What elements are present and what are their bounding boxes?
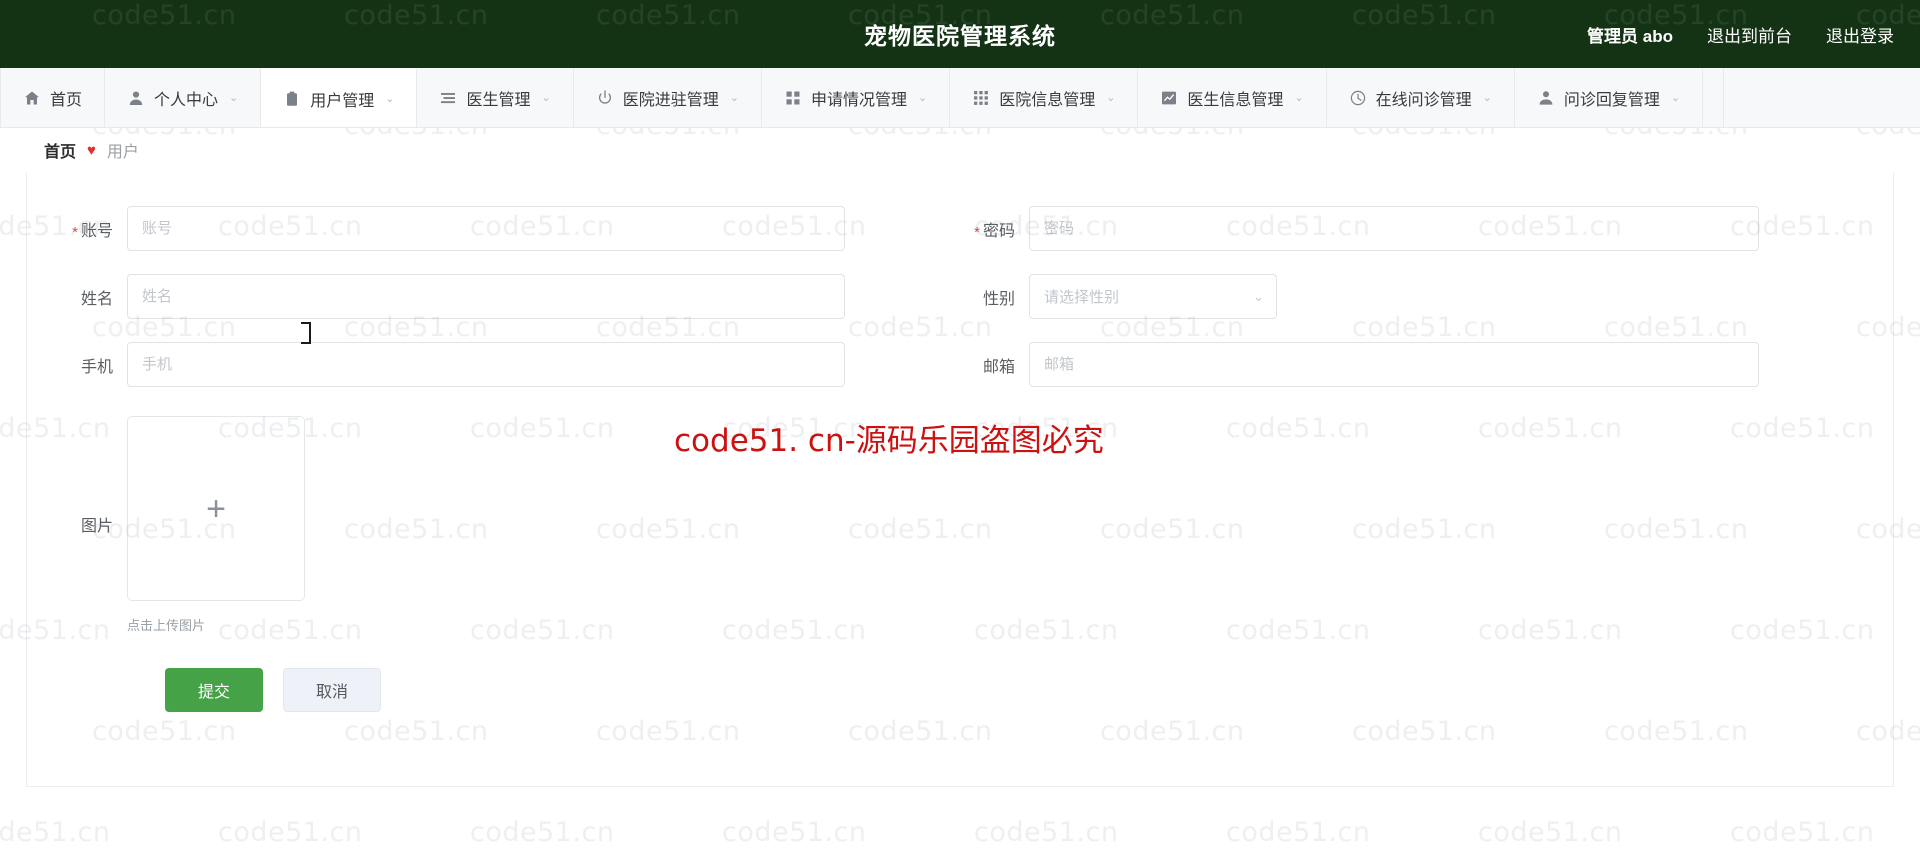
breadcrumb-home[interactable]: 首页 <box>44 138 76 162</box>
chart-icon <box>1160 89 1178 107</box>
power-icon <box>596 89 614 107</box>
plus-icon: + <box>206 489 226 528</box>
cancel-button[interactable]: 取消 <box>283 668 381 712</box>
header-actions: 管理员 abo 退出到前台 退出登录 <box>1587 0 1894 68</box>
nav-item-hospital-entry-management[interactable]: 医院进驻管理 ⌄ <box>574 68 762 127</box>
field-gender: 性别 请选择性别 ⌄ <box>967 274 1893 319</box>
chevron-down-icon: ⌄ <box>729 92 739 104</box>
field-name: 姓名 <box>27 274 967 319</box>
list-icon <box>439 89 457 107</box>
picture-upload-col: + 点击上传图片 <box>127 416 305 634</box>
field-name-label: 姓名 <box>80 290 113 308</box>
field-phone-label: 手机 <box>80 358 113 376</box>
nav-item-overflow-partial[interactable] <box>1703 68 1725 127</box>
field-email: 邮箱 <box>967 342 1893 387</box>
chevron-down-icon: ⌄ <box>917 92 928 104</box>
nav-item-label: 医生信息管理 <box>1187 91 1284 109</box>
nav-item-label: 个人中心 <box>154 91 219 109</box>
nav-item-label: 用户管理 <box>310 92 375 110</box>
chevron-down-icon: ⌄ <box>385 93 395 105</box>
field-password-label: * 密码 <box>974 222 1015 241</box>
logout-to-front-link[interactable]: 退出到前台 <box>1707 22 1792 47</box>
field-account-label: * 账号 <box>72 222 113 241</box>
nav-item-doctor-management[interactable]: 医生管理 ⌄ <box>417 68 574 127</box>
field-gender-label: 性别 <box>982 290 1015 308</box>
page-title: 宠物医院管理系统 <box>864 23 1056 49</box>
chevron-down-icon: ⌄ <box>229 92 239 104</box>
nav-item-consult-reply-management[interactable]: 问诊回复管理 ⌄ <box>1515 68 1704 127</box>
gender-select[interactable]: 请选择性别 ⌄ <box>1029 274 1277 319</box>
admin-user-label: 管理员 abo <box>1587 26 1673 46</box>
nav-item-label: 医生管理 <box>466 91 531 109</box>
form-row-phone-email: 手机 邮箱 <box>27 342 1893 410</box>
user-icon <box>127 89 145 107</box>
field-picture-label: 图片 <box>80 518 113 535</box>
nav-item-doctor-info-management[interactable]: 医生信息管理 ⌄ <box>1138 68 1327 127</box>
nav-item-personal-center[interactable]: 个人中心 ⌄ <box>105 68 262 127</box>
field-phone: 手机 <box>27 342 967 387</box>
grid-dense-icon <box>972 89 990 107</box>
form-actions: 提交 取消 <box>27 668 1893 712</box>
chevron-down-icon: ⌄ <box>1670 92 1681 104</box>
field-password: * 密码 <box>967 206 1893 251</box>
nav-item-label: 在线问诊管理 <box>1375 91 1472 109</box>
form-row-picture: 图片 + 点击上传图片 <box>27 416 1893 634</box>
required-asterisk-icon: * <box>974 223 980 241</box>
home-icon <box>23 89 41 107</box>
account-input[interactable] <box>127 206 845 251</box>
form-row-name-gender: 姓名 性别 请选择性别 ⌄ <box>27 274 1893 342</box>
picture-upload-box[interactable]: + <box>127 416 305 601</box>
chevron-down-icon: ⌄ <box>1482 92 1492 104</box>
chevron-down-icon: ⌄ <box>541 92 551 104</box>
nav-item-user-management[interactable]: 用户管理 ⌄ <box>261 68 418 127</box>
field-account: * 账号 <box>27 206 967 251</box>
nav-item-online-consult-management[interactable]: 在线问诊管理 ⌄ <box>1327 68 1515 127</box>
submit-button[interactable]: 提交 <box>165 668 263 712</box>
picture-upload-hint: 点击上传图片 <box>127 618 206 633</box>
field-email-label: 邮箱 <box>982 358 1015 376</box>
app-header: code51.cn code51.cn code51.cn code51.cn code… <box>0 0 1920 68</box>
chevron-down-icon: ⌄ <box>1294 92 1304 104</box>
chevron-down-icon: ⌄ <box>1106 92 1116 104</box>
breadcrumb-current: 用户 <box>106 144 139 161</box>
name-input[interactable] <box>127 274 845 319</box>
nav-item-label: 申请情况管理 <box>810 91 907 109</box>
grid-icon <box>784 89 802 107</box>
clock-icon <box>1349 89 1367 107</box>
nav-item-application-status-management[interactable]: 申请情况管理 ⌄ <box>762 68 951 127</box>
email-input[interactable] <box>1029 342 1759 387</box>
nav-item-home[interactable]: 首页 <box>0 68 106 127</box>
main-nav: 首页 个人中心 ⌄ 用户管理 ⌄ 医生管理 ⌄ 医院进驻管理 ⌄ 申请情况管理 ⌄ 医院信息管理 ⌄ 医生… <box>0 68 1920 128</box>
nav-item-hospital-info-management[interactable]: 医院信息管理 ⌄ <box>950 68 1139 127</box>
breadcrumb: 首页 ♥ 用户 <box>0 128 1920 172</box>
required-asterisk-icon: * <box>72 223 78 241</box>
password-input[interactable] <box>1029 206 1759 251</box>
form-row-account-password: *账号 *密码 <box>27 206 1893 274</box>
nav-item-label: 医院进驻管理 <box>622 91 719 109</box>
content-area: *账号 *密码 姓名 性别 请选择性别 ⌄ <box>0 172 1920 787</box>
gender-select-value: 请选择性别 <box>1044 289 1120 306</box>
logout-link[interactable]: 退出登录 <box>1826 22 1894 47</box>
phone-input[interactable] <box>127 342 845 387</box>
nav-item-label: 首页 <box>50 91 83 109</box>
nav-item-label: 问诊回复管理 <box>1563 91 1660 109</box>
user-form-card: *账号 *密码 姓名 性别 请选择性别 ⌄ <box>26 172 1894 787</box>
clipboard-icon <box>283 90 301 108</box>
chevron-down-icon: ⌄ <box>1253 288 1264 304</box>
heart-icon: ♥ <box>87 141 96 159</box>
person-icon <box>1537 89 1555 107</box>
nav-item-label: 医院信息管理 <box>999 91 1096 109</box>
